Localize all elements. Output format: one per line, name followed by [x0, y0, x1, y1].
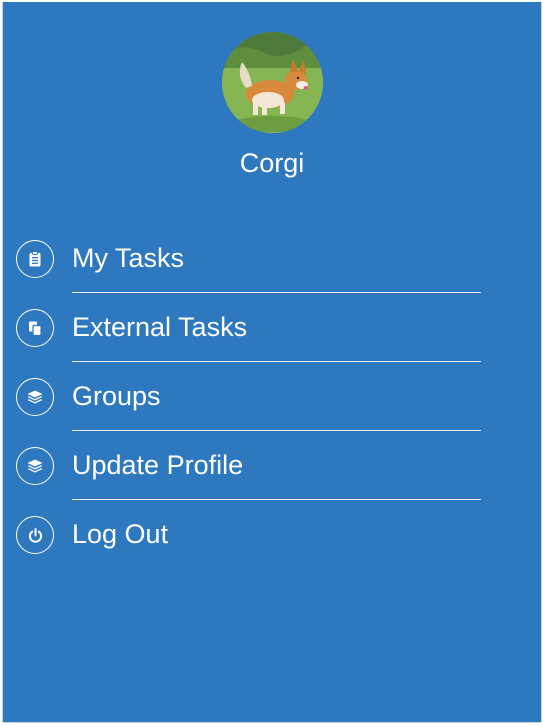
menu-item-label: Update Profile — [72, 450, 244, 480]
menu-divider — [72, 430, 481, 431]
menu-divider — [72, 361, 481, 362]
menu-item-label: My Tasks — [72, 243, 185, 273]
menu-item-my-tasks[interactable]: My Tasks — [3, 225, 541, 294]
menu-divider — [72, 292, 481, 293]
nav-menu: My Tasks External Tasks Groups Update Pr… — [3, 225, 541, 570]
avatar[interactable] — [222, 32, 323, 133]
corgi-photo — [222, 32, 323, 133]
menu-item-update-profile[interactable]: Update Profile — [3, 432, 541, 501]
profile-name: Corgi — [239, 148, 305, 178]
menu-item-groups[interactable]: Groups — [3, 363, 541, 432]
menu-item-label: Groups — [72, 381, 161, 411]
menu-divider — [72, 499, 481, 500]
copy-icon — [16, 309, 54, 347]
clipboard-icon — [16, 240, 54, 278]
menu-item-label: External Tasks — [72, 312, 248, 342]
layers-icon — [16, 378, 54, 416]
power-icon — [16, 516, 54, 554]
sidebar-menu: Corgi My Tasks External Tasks Groups Upd… — [2, 2, 542, 723]
layers-icon — [16, 447, 54, 485]
menu-item-label: Log Out — [72, 519, 169, 549]
menu-item-external-tasks[interactable]: External Tasks — [3, 294, 541, 363]
menu-item-log-out[interactable]: Log Out — [3, 501, 541, 570]
